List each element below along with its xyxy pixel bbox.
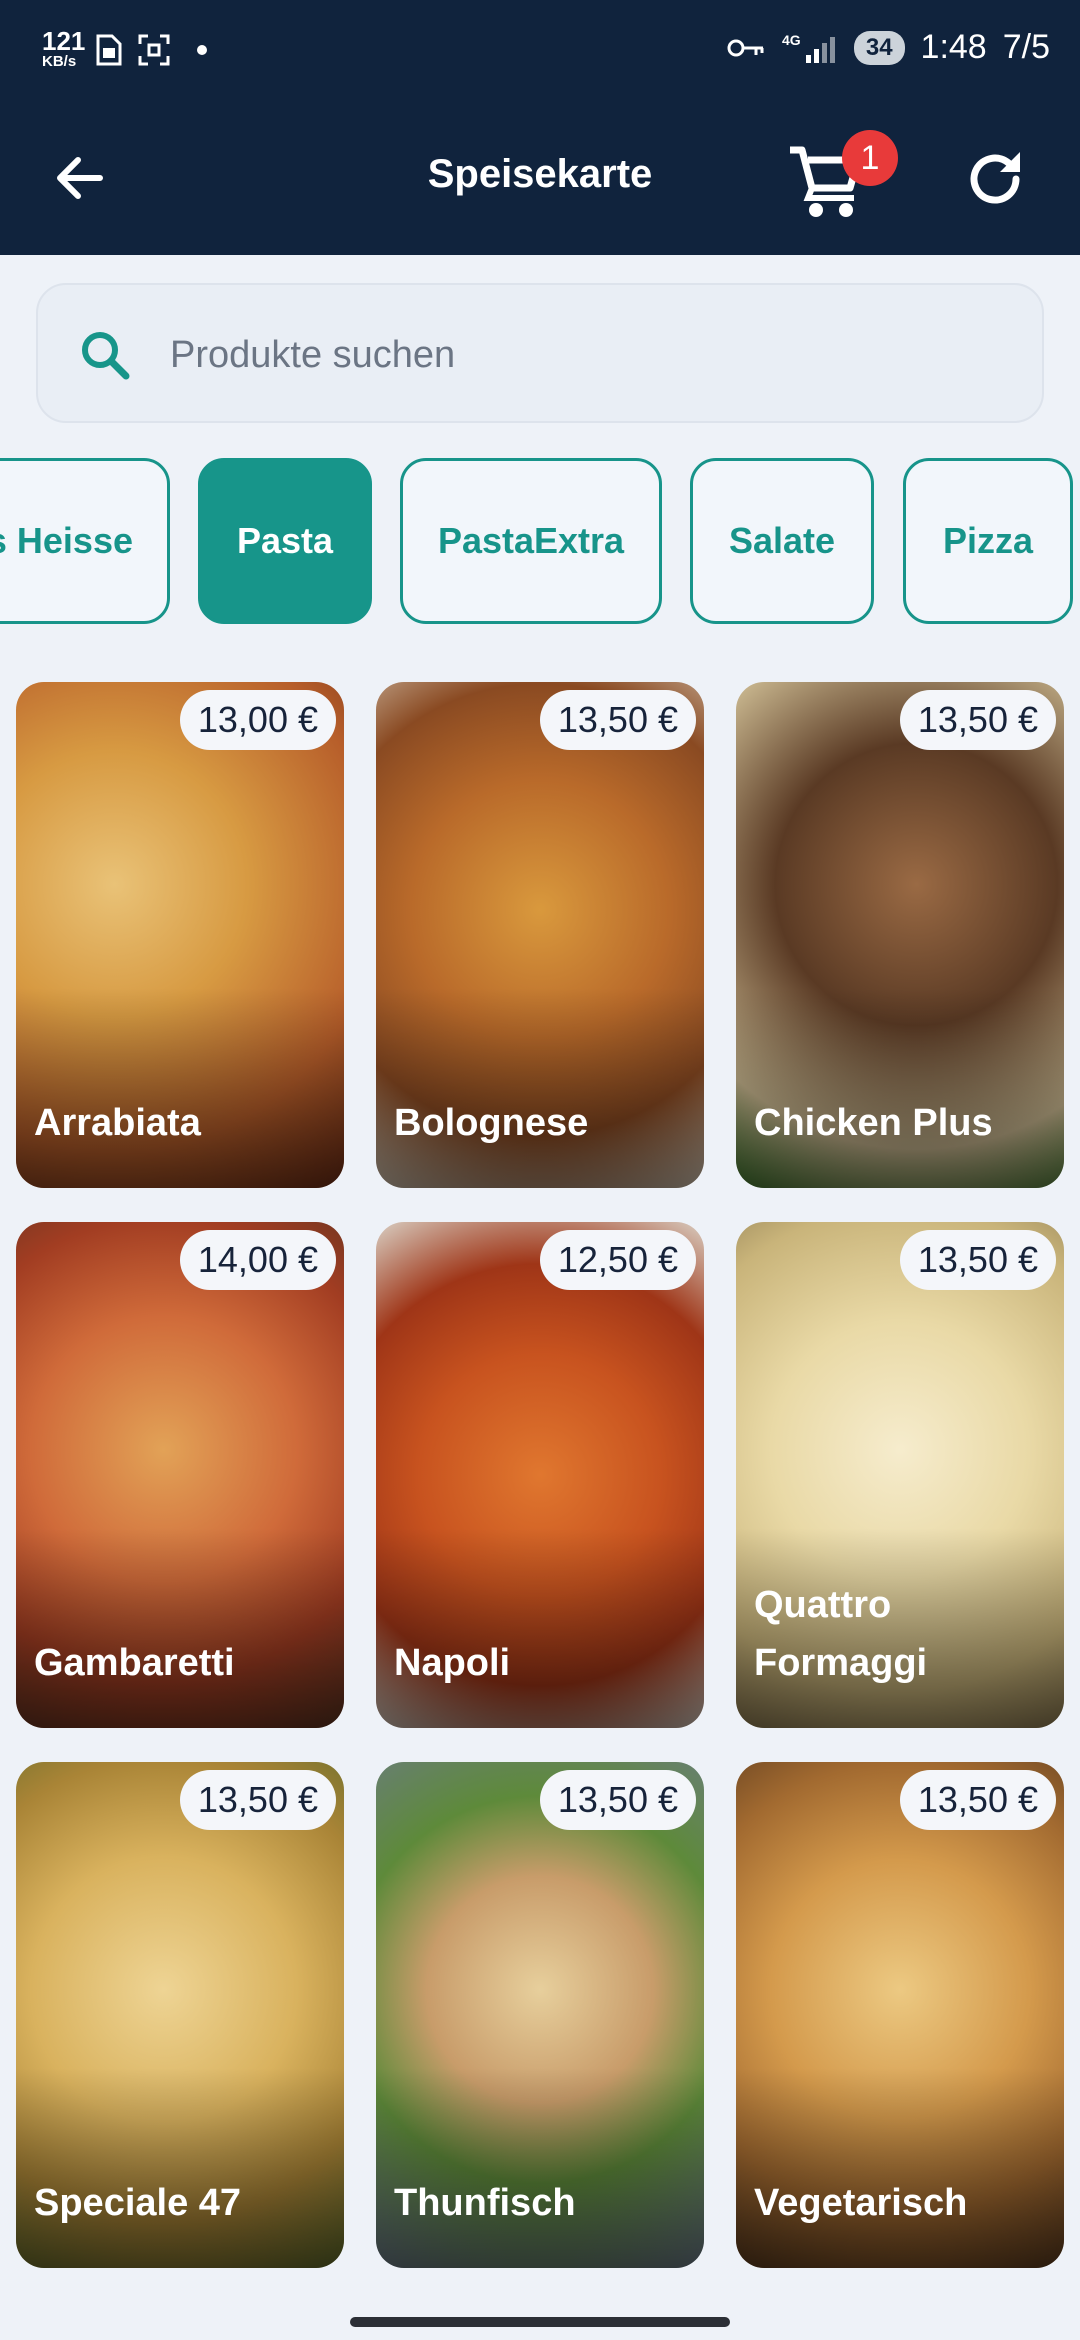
category-tabs: s Heisse Pasta PastaExtra Salate Pizza <box>0 458 1080 624</box>
product-card-thunfisch[interactable]: 13,50 € Thunfisch <box>376 1762 704 2268</box>
category-tab-label: Pizza <box>942 520 1034 561</box>
date: 7/5 <box>1002 28 1050 66</box>
category-tab-salate[interactable]: Salate <box>690 458 874 624</box>
sim-card-icon <box>96 34 122 66</box>
product-name: Bolognese <box>394 1102 589 1144</box>
product-price: 13,00 € <box>179 690 336 750</box>
status-bar: 121 KB/s 4G 34 1:48 7/5 <box>0 0 1080 100</box>
cart-count-badge: 1 <box>842 130 898 186</box>
product-card-vegetarisch[interactable]: 13,50 € Vegetarisch <box>736 1762 1064 2268</box>
category-tab-pasta[interactable]: Pasta <box>198 458 372 624</box>
product-card-quattro-formaggi[interactable]: 13,50 € Quattro Formaggi <box>736 1222 1064 1728</box>
product-card-bolognese[interactable]: 13,50 € Bolognese <box>376 682 704 1188</box>
category-tab-label: Pasta <box>236 520 334 561</box>
signal-4g-icon: 4G <box>782 32 835 63</box>
battery-indicator: 34 <box>853 30 905 65</box>
category-tab-label: Salate <box>728 520 836 561</box>
product-price: 14,00 € <box>179 1230 336 1290</box>
refresh-button[interactable] <box>962 146 1028 212</box>
system-nav-bar <box>0 2300 1080 2340</box>
product-name: Speciale 47 <box>34 2182 242 2224</box>
product-card-arrabiata[interactable]: 13,00 € Arrabiata <box>16 682 344 1188</box>
product-price: 13,50 € <box>539 1770 696 1830</box>
network-speed-unit: KB/s <box>42 53 77 70</box>
search-bar[interactable] <box>36 283 1044 423</box>
clock: 1:48 <box>920 28 987 66</box>
product-card-speciale-47[interactable]: 13,50 € Speciale 47 <box>16 1762 344 2268</box>
vpn-key-icon <box>727 39 764 56</box>
product-name: Chicken Plus <box>754 1102 993 1144</box>
product-name: Quattro Formaggi <box>754 1584 928 1684</box>
screenshot-icon <box>138 34 170 66</box>
product-price: 13,50 € <box>899 690 1056 750</box>
category-tab-warme-getraenke[interactable]: s Heisse <box>0 458 170 624</box>
svg-text:4G: 4G <box>782 32 801 48</box>
product-name: Thunfisch <box>394 2182 576 2224</box>
product-name: Gambaretti <box>34 1642 235 1684</box>
page-title: Speisekarte <box>427 152 653 196</box>
category-tab-label: PastaExtra <box>437 520 625 561</box>
product-price: 13,50 € <box>899 1230 1056 1290</box>
category-tab-pastaextra[interactable]: PastaExtra <box>400 458 662 624</box>
product-price: 13,50 € <box>179 1770 336 1830</box>
search-input[interactable] <box>170 325 1010 385</box>
network-speed: 121 KB/s <box>42 28 85 70</box>
product-card-gambaretti[interactable]: 14,00 € Gambaretti <box>16 1222 344 1728</box>
product-card-napoli[interactable]: 12,50 € Napoli <box>376 1222 704 1728</box>
category-tab-pizza[interactable]: Pizza <box>903 458 1073 624</box>
home-gesture-handle[interactable] <box>350 2317 730 2327</box>
product-name: Vegetarisch <box>754 2182 968 2224</box>
product-name: Napoli <box>394 1642 511 1684</box>
network-speed-value: 121 <box>42 26 86 56</box>
product-price: 12,50 € <box>539 1230 696 1290</box>
product-price: 13,50 € <box>539 690 696 750</box>
status-right: 4G 34 1:48 7/5 <box>726 28 1050 67</box>
product-price: 13,50 € <box>899 1770 1056 1830</box>
category-tab-label: s Heisse <box>0 520 133 561</box>
notification-dot-icon <box>197 45 207 55</box>
product-card-chicken-plus[interactable]: 13,50 € Chicken Plus <box>736 682 1064 1188</box>
search-icon <box>82 332 130 380</box>
product-name: Arrabiata <box>34 1102 201 1144</box>
app-bar: Speisekarte 1 <box>0 100 1080 255</box>
